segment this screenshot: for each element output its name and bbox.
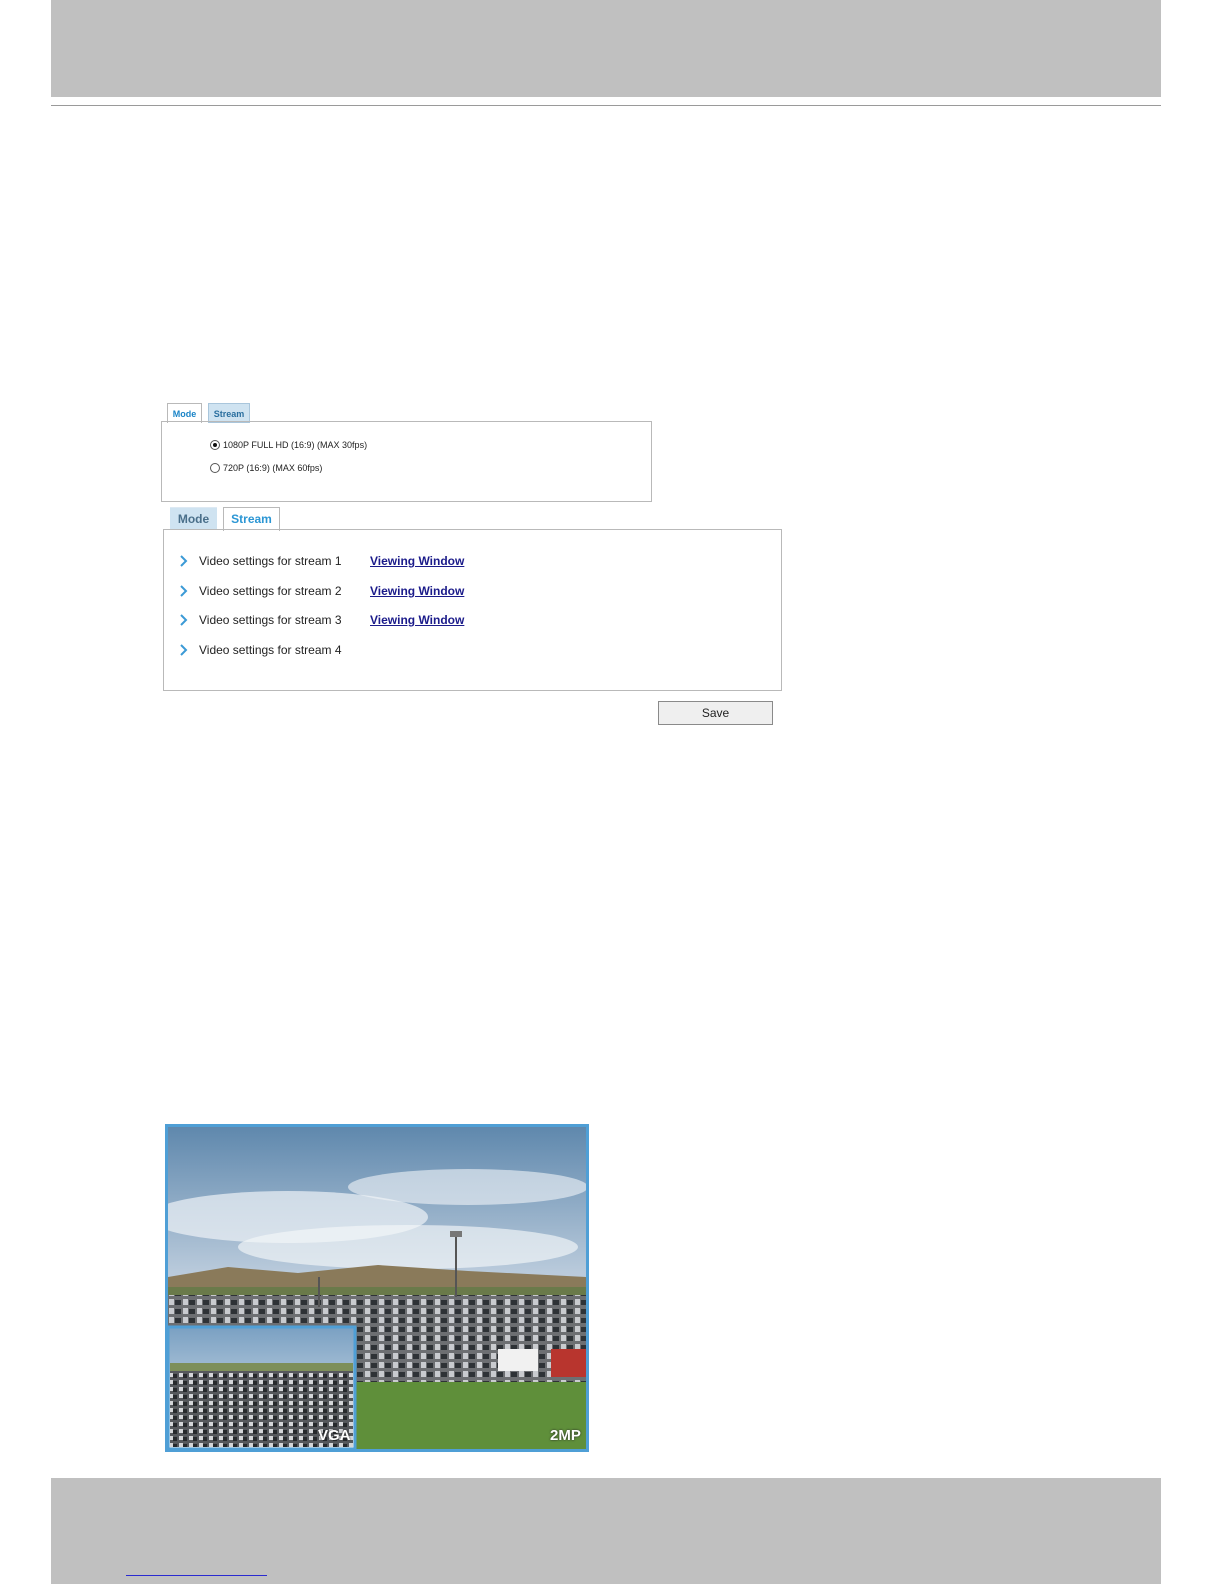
chevron-right-icon[interactable] <box>178 643 188 657</box>
stream-settings-link[interactable]: Video settings for stream 2 <box>199 583 342 599</box>
mode-option-1080p[interactable]: 1080P FULL HD (16:9) (MAX 30fps) <box>210 438 367 452</box>
tab-mode[interactable]: Mode <box>170 507 217 530</box>
radio-unchecked-icon[interactable] <box>210 463 220 473</box>
stream-row-4: Video settings for stream 4 <box>178 642 498 658</box>
stream-row-2: Video settings for stream 2 Viewing Wind… <box>178 583 498 599</box>
stream-settings-link[interactable]: Video settings for stream 4 <box>199 642 342 658</box>
stream-settings-link[interactable]: Video settings for stream 3 <box>199 612 342 628</box>
chevron-right-icon[interactable] <box>178 584 188 598</box>
tab-mode-small[interactable]: Mode <box>167 403 202 423</box>
mode-option-label: 720P (16:9) (MAX 60fps) <box>223 463 323 473</box>
viewing-window-link[interactable]: Viewing Window <box>370 553 464 569</box>
viewing-window-link[interactable]: Viewing Window <box>370 583 464 599</box>
parking-lot-photo <box>168 1127 586 1449</box>
vga-label: VGA <box>318 1427 351 1444</box>
chevron-right-icon[interactable] <box>178 613 188 627</box>
stream-settings-link[interactable]: Video settings for stream 1 <box>199 553 342 569</box>
header-band <box>51 0 1161 97</box>
stream-row-1: Video settings for stream 1 Viewing Wind… <box>178 553 498 569</box>
mode-option-720p[interactable]: 720P (16:9) (MAX 60fps) <box>210 461 322 475</box>
mode-option-label: 1080P FULL HD (16:9) (MAX 30fps) <box>223 440 368 450</box>
stream-row-3: Video settings for stream 3 Viewing Wind… <box>178 612 498 628</box>
chevron-right-icon[interactable] <box>178 554 188 568</box>
tab-stream[interactable]: Stream <box>223 507 280 531</box>
radio-checked-icon[interactable] <box>210 440 220 450</box>
tab-stream-small[interactable]: Stream <box>208 403 250 423</box>
viewing-window-link[interactable]: Viewing Window <box>370 612 464 628</box>
camera-view-image: VGA 2MP <box>165 1124 589 1452</box>
save-button[interactable]: Save <box>658 701 773 725</box>
2mp-label: 2MP <box>550 1427 581 1444</box>
header-rule <box>51 105 1161 106</box>
footer-link[interactable] <box>126 1567 267 1576</box>
